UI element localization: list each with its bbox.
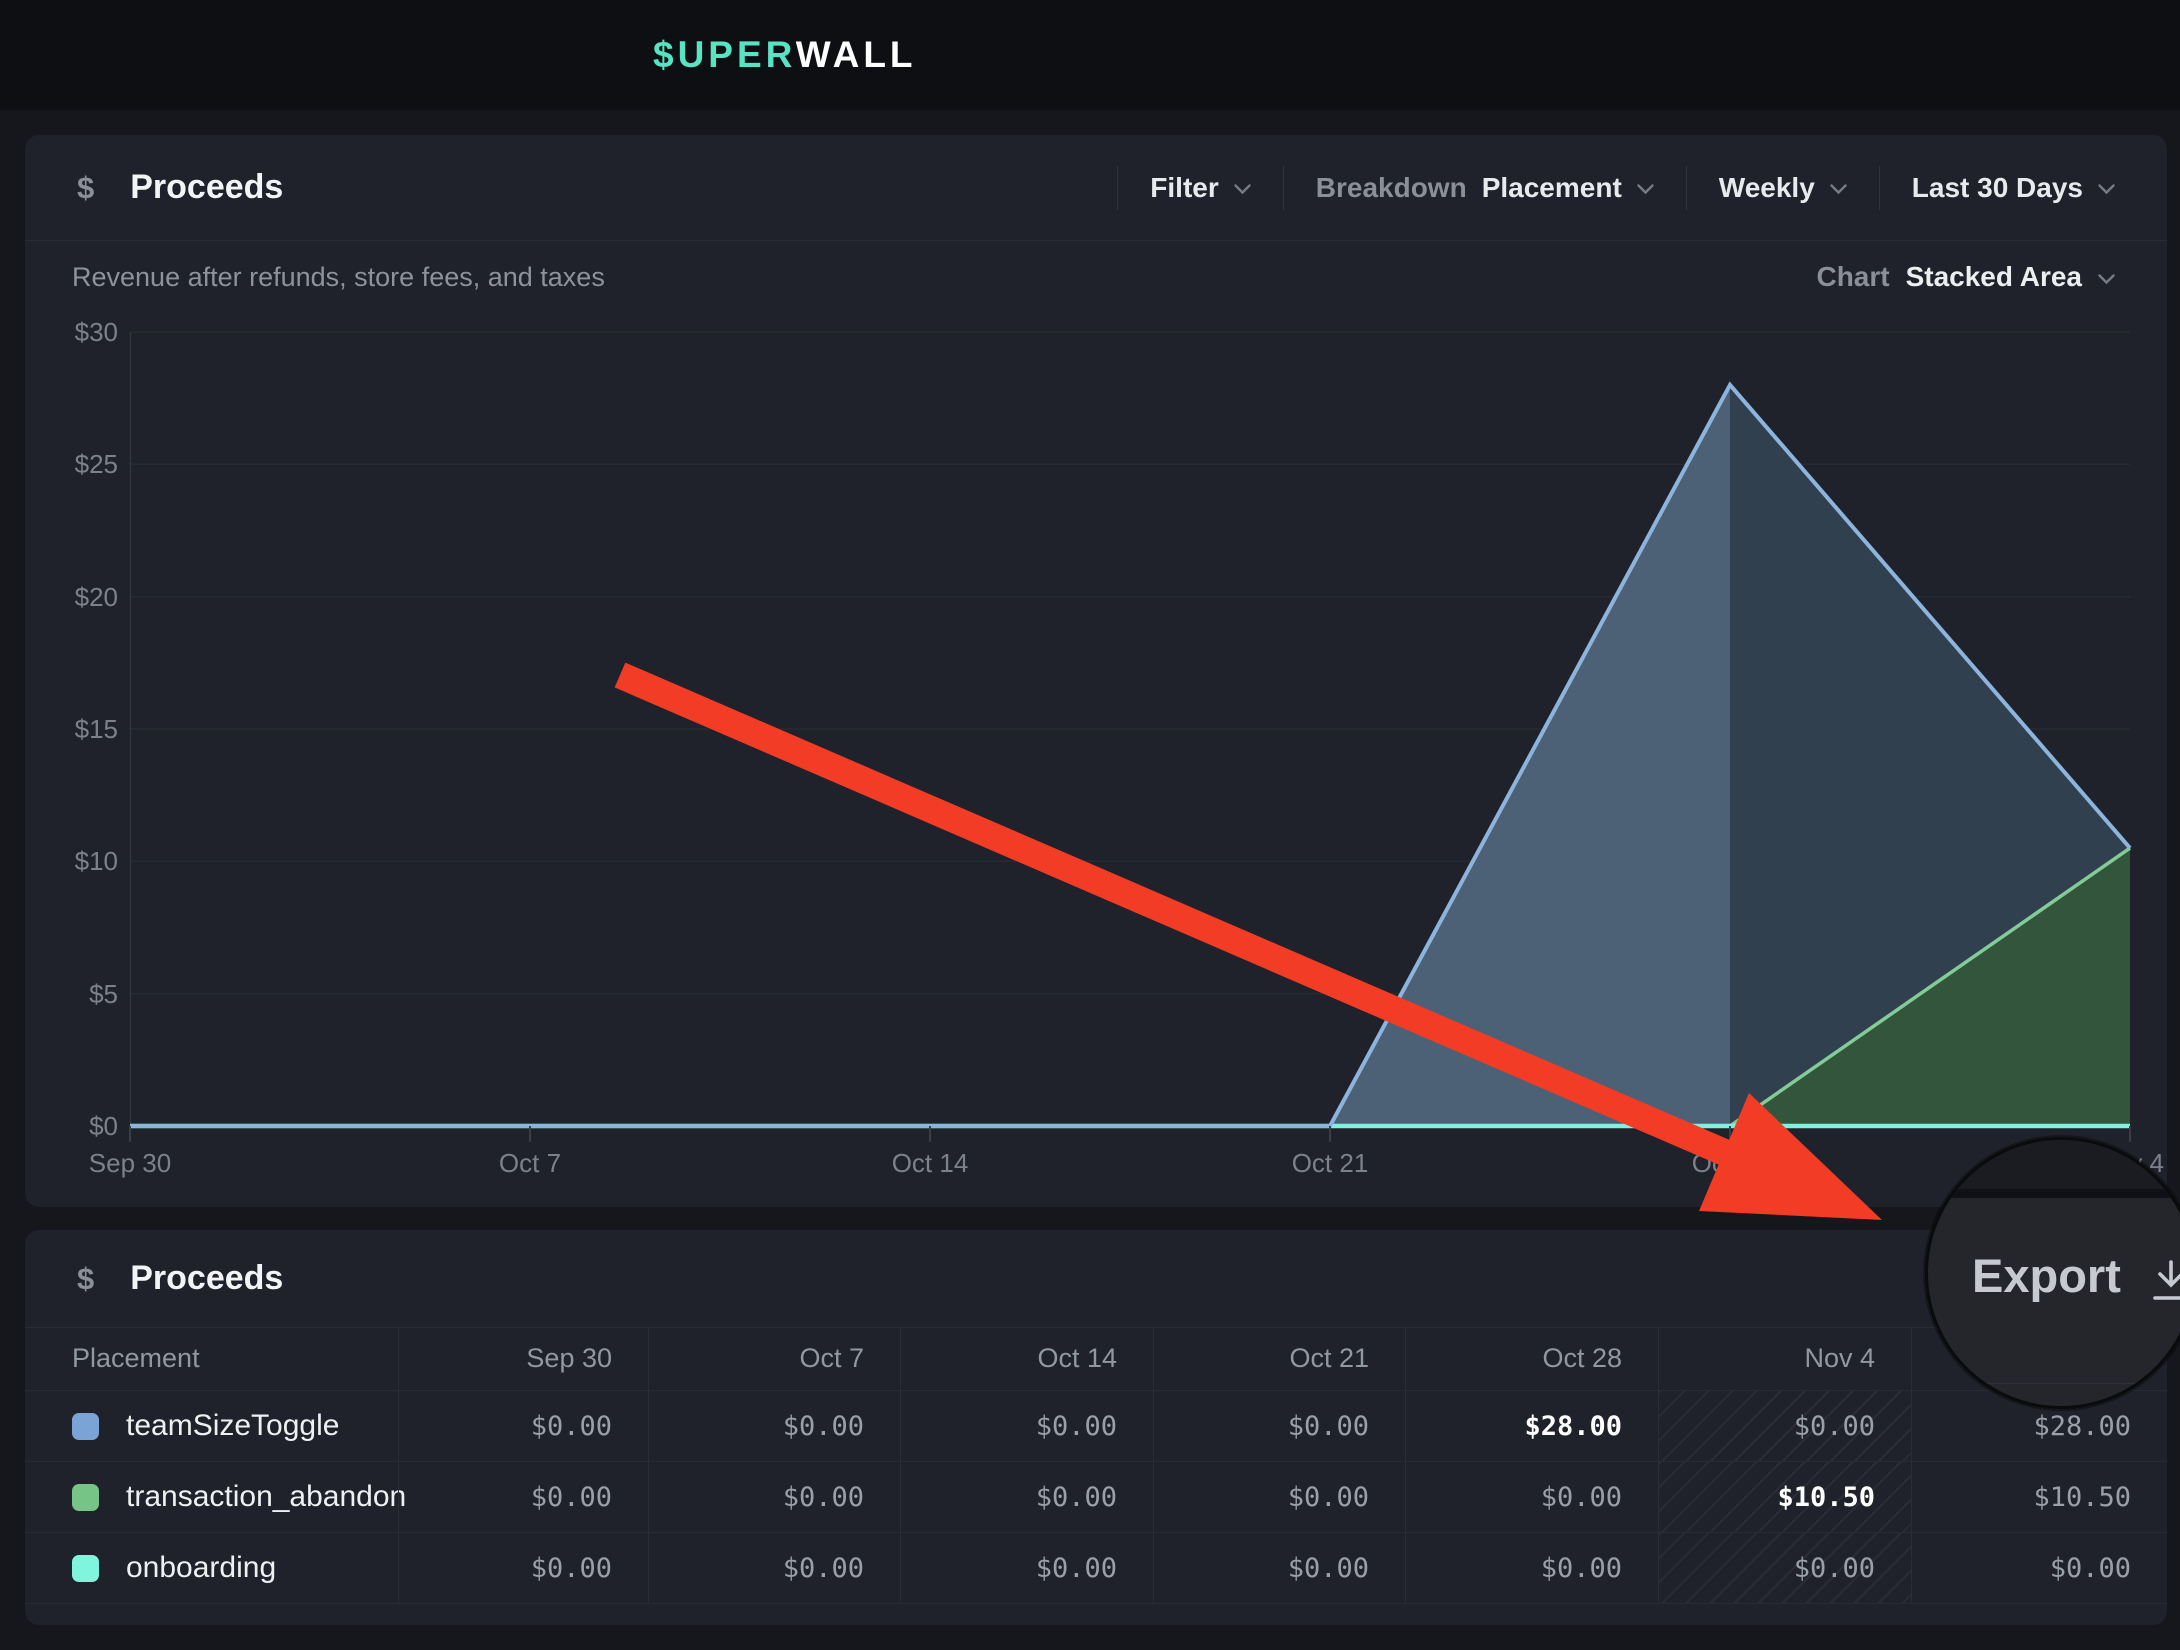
date-range-dropdown[interactable]: Last 30 Days <box>1880 172 2115 204</box>
x-axis-label: Oct 7 <box>499 1148 561 1179</box>
x-axis-label: Sep 30 <box>89 1148 171 1179</box>
table-header-cell: Oct 28 <box>1405 1327 1658 1390</box>
magnified-card-edge <box>1928 1140 2180 1198</box>
table-header-cell: Nov 4 <box>1658 1327 1911 1390</box>
placement-cell: onboarding <box>25 1533 398 1603</box>
table-header-cell: Oct 7 <box>648 1327 900 1390</box>
interval-dropdown[interactable]: Weekly <box>1687 172 1879 204</box>
placement-label: transaction_abandon <box>126 1480 406 1514</box>
chart-type-label: Chart <box>1816 261 1889 293</box>
table-card-title: Proceeds <box>130 1259 283 1298</box>
value-cell: $0.00 <box>900 1391 1153 1461</box>
magnified-table-border <box>1928 1383 2180 1384</box>
y-axis-label: $20 <box>75 582 118 612</box>
x-axis-ticks <box>130 1126 2130 1142</box>
series-color-swatch <box>72 1555 99 1582</box>
table-card-header: $ Proceeds <box>25 1230 2167 1328</box>
chart-controls: Filter Breakdown Placement Weekly Last 3… <box>1117 166 2115 210</box>
export-button[interactable]: Export <box>1928 1248 2180 1303</box>
y-axis-label: $15 <box>75 714 118 744</box>
chevron-down-icon <box>1637 184 1654 195</box>
breakdown-dropdown[interactable]: Breakdown Placement <box>1284 172 1686 204</box>
logo-prefix: $UPER <box>653 34 796 75</box>
value-cell: $0.00 <box>648 1533 900 1603</box>
chevron-down-icon <box>1234 184 1251 195</box>
table-header-cell: Placement <box>25 1327 398 1390</box>
series-color-swatch <box>72 1413 99 1440</box>
placement-cell: transaction_abandon <box>25 1462 398 1532</box>
value-cell: $0.00 <box>398 1391 648 1461</box>
total-value-cell: $0.00 <box>1911 1533 2167 1603</box>
table-row: teamSizeToggle$0.00$0.00$0.00$0.00$28.00… <box>25 1390 2167 1461</box>
table-header-cell: Oct 14 <box>900 1327 1153 1390</box>
y-axis-label: $30 <box>75 317 118 347</box>
proceeds-chart-card: $ Proceeds Filter Breakdown Placement We… <box>25 135 2167 1207</box>
export-zoom-annotation: Export <box>1925 1137 2180 1409</box>
chart-type-dropdown[interactable]: Chart Stacked Area <box>1816 261 2115 293</box>
y-axis-label: $0 <box>89 1111 118 1141</box>
value-cell: $0.00 <box>1153 1391 1405 1461</box>
value-cell: $0.00 <box>900 1462 1153 1532</box>
chevron-down-icon <box>2098 274 2115 285</box>
y-axis-label: $25 <box>75 449 118 479</box>
total-value-cell: $10.50 <box>1911 1462 2167 1532</box>
chart-card-title: Proceeds <box>130 168 283 207</box>
x-axis-label: Oct 28 <box>1692 1148 1769 1179</box>
value-cell: $0.00 <box>1153 1533 1405 1603</box>
y-axis-label: $10 <box>75 846 118 876</box>
chart-subheader: Revenue after refunds, store fees, and t… <box>25 241 2167 313</box>
proceeds-table-card: $ Proceeds PlacementSep 30Oct 7Oct 14Oct… <box>25 1230 2167 1625</box>
table-header-cell: Sep 30 <box>398 1327 648 1390</box>
placement-label: teamSizeToggle <box>126 1409 339 1443</box>
value-cell: $0.00 <box>1405 1462 1658 1532</box>
y-axis-label: $5 <box>89 979 118 1009</box>
proceeds-table: PlacementSep 30Oct 7Oct 14Oct 21Oct 28No… <box>25 1327 2167 1625</box>
x-axis-label: Oct 14 <box>892 1148 969 1179</box>
value-cell: $0.00 <box>398 1533 648 1603</box>
table-header-cell: Oct 21 <box>1153 1327 1405 1390</box>
x-axis-label: Oct 21 <box>1292 1148 1369 1179</box>
table-header-row: PlacementSep 30Oct 7Oct 14Oct 21Oct 28No… <box>25 1327 2167 1390</box>
chevron-down-icon <box>1830 184 1847 195</box>
chevron-down-icon <box>2098 184 2115 195</box>
x-axis-labels: Sep 30Oct 7Oct 14Oct 21Oct 28Nov 4 <box>130 1148 2130 1188</box>
value-cell: $0.00 <box>1405 1533 1658 1603</box>
chart-card-header: $ Proceeds Filter Breakdown Placement We… <box>25 135 2167 241</box>
series-color-swatch <box>72 1484 99 1511</box>
placement-cell: teamSizeToggle <box>25 1391 398 1461</box>
value-cell: $10.50 <box>1658 1462 1911 1532</box>
table-row: transaction_abandon$0.00$0.00$0.00$0.00$… <box>25 1461 2167 1532</box>
value-cell: $0.00 <box>900 1533 1153 1603</box>
chart-subtitle: Revenue after refunds, store fees, and t… <box>72 262 605 293</box>
topbar: $UPERWALL <box>0 0 2180 110</box>
stacked-area-chart <box>130 332 2130 1126</box>
area-teamsizetoggle-complete <box>130 385 1730 1126</box>
value-cell: $0.00 <box>648 1391 900 1461</box>
filter-dropdown[interactable]: Filter <box>1118 172 1282 204</box>
placement-label: onboarding <box>126 1551 276 1585</box>
export-button-label: Export <box>1972 1248 2121 1303</box>
breakdown-label: Breakdown <box>1316 172 1467 204</box>
chart-type-value: Stacked Area <box>1906 261 2082 293</box>
logo-suffix: WALL <box>796 34 917 75</box>
dollar-icon: $ <box>77 170 94 206</box>
value-cell: $0.00 <box>398 1462 648 1532</box>
y-axis: $30$25$20$15$10$5$0 <box>25 332 118 1126</box>
chart-canvas <box>130 332 2130 1126</box>
superwall-logo: $UPERWALL <box>653 34 917 76</box>
dashboard-page: $UPERWALL $ Proceeds Filter Breakdown Pl… <box>0 0 2180 1650</box>
interval-value: Weekly <box>1719 172 1815 204</box>
table-footer <box>25 1603 2167 1625</box>
table-row: onboarding$0.00$0.00$0.00$0.00$0.00$0.00… <box>25 1532 2167 1603</box>
value-cell: $0.00 <box>1153 1462 1405 1532</box>
breakdown-value: Placement <box>1482 172 1622 204</box>
value-cell: $0.00 <box>648 1462 900 1532</box>
dollar-icon: $ <box>77 1261 94 1297</box>
value-cell: $28.00 <box>1405 1391 1658 1461</box>
value-cell: $0.00 <box>1658 1533 1911 1603</box>
filter-label: Filter <box>1150 172 1218 204</box>
value-cell: $0.00 <box>1658 1391 1911 1461</box>
download-icon <box>2149 1260 2180 1302</box>
date-range-value: Last 30 Days <box>1912 172 2083 204</box>
